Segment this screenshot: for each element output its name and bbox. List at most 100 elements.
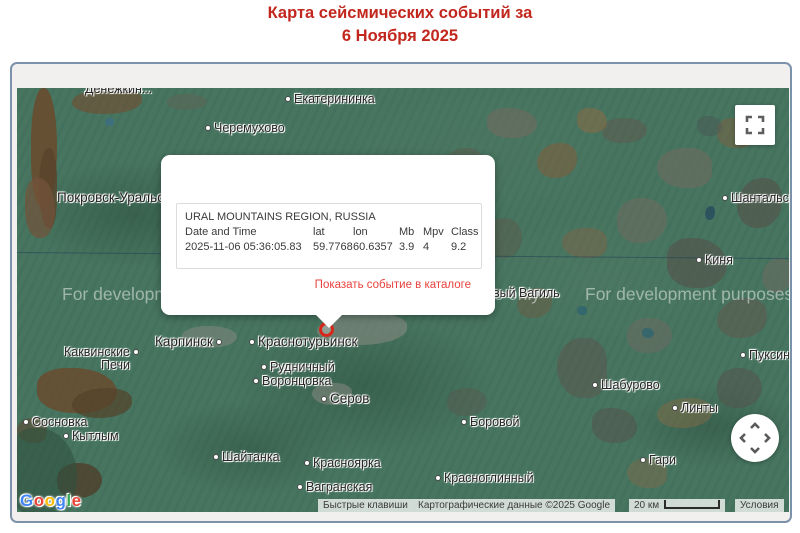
map-label: Линты xyxy=(672,401,718,415)
place-name: Рудничный xyxy=(270,360,335,374)
place-name: Кытлым xyxy=(72,429,119,443)
terrain-patch xyxy=(642,328,654,338)
terrain-patch xyxy=(105,118,114,126)
place-dot-icon xyxy=(249,338,255,345)
terms-link[interactable]: Условия xyxy=(735,499,784,512)
place-name: Сосновка xyxy=(32,415,88,429)
terrain-patch xyxy=(167,94,207,110)
map-footer: Быстрые клавиши Картографические данные … xyxy=(17,499,789,512)
logo-letter: e xyxy=(71,491,82,510)
fullscreen-button[interactable] xyxy=(735,105,775,145)
map-canvas[interactable]: For development purposes onlyFor develop… xyxy=(17,88,789,512)
place-dot-icon xyxy=(592,382,598,388)
place-dot-icon xyxy=(285,96,291,102)
place-dot-icon xyxy=(297,484,303,490)
terrain-patch xyxy=(537,143,577,178)
terrain-patch xyxy=(602,118,647,143)
event-col-header: Class xyxy=(451,226,479,238)
place-dot-icon xyxy=(253,378,259,384)
place-dot-icon xyxy=(321,395,327,402)
map-label: Шабурово xyxy=(592,378,660,392)
show-in-catalog-link[interactable]: Показать событие в каталоге xyxy=(315,279,471,291)
map-label: Киня xyxy=(696,253,733,267)
scale-bar xyxy=(664,500,721,509)
place-dot-icon xyxy=(672,405,678,411)
terrain-patch xyxy=(72,388,132,418)
event-value: 9.2 xyxy=(451,241,467,253)
map-label: Пуксинка xyxy=(740,348,789,362)
place-name: Печи xyxy=(101,358,131,372)
event-col-header: Mb xyxy=(399,226,415,238)
event-value: 3.9 xyxy=(399,241,415,253)
place-name: Вагранская xyxy=(306,480,373,494)
map-label: Шантальский xyxy=(722,191,789,205)
place-dot-icon xyxy=(435,475,441,481)
place-name: Черемухово xyxy=(214,121,285,135)
event-col-header: Mpv xyxy=(423,226,444,238)
map-label: Красноярка xyxy=(304,456,381,470)
place-dot-icon xyxy=(740,352,746,358)
map-label: Вагранская xyxy=(297,480,372,494)
event-value: 59.7768 xyxy=(313,241,353,253)
map-label: Карпинск xyxy=(155,334,222,349)
map-attribution: Картографические данные ©2025 Google xyxy=(413,499,616,512)
map-label: Кытлым xyxy=(63,429,119,443)
event-value: 60.6357 xyxy=(353,241,393,253)
place-dot-icon xyxy=(722,195,728,201)
scale-label: 20 км xyxy=(634,500,660,511)
place-name: Киня xyxy=(705,253,733,267)
event-table-row: 2025-11-06 05:36:05.83 59.7768 60.6357 3.9 4… xyxy=(185,240,473,255)
logo-letter: g xyxy=(55,491,67,510)
place-dot-icon xyxy=(63,433,69,439)
map-label: Боровой xyxy=(461,415,520,429)
terrain-patch xyxy=(487,108,537,138)
event-region: URAL MOUNTAINS REGION, RUSSIA xyxy=(185,211,376,223)
keyboard-shortcuts-button[interactable]: Быстрые клавиши xyxy=(318,499,413,512)
event-popup: URAL MOUNTAINS REGION, RUSSIA Date and T… xyxy=(161,155,495,328)
terrain-patch xyxy=(657,148,712,188)
place-dot-icon xyxy=(215,338,222,345)
popup-tail-icon xyxy=(316,315,342,328)
map-label: Печи xyxy=(101,358,130,372)
place-name: Пуксинка xyxy=(749,348,789,362)
place-dot-icon xyxy=(696,257,702,263)
place-name: Красноярка xyxy=(313,456,381,470)
place-dot-icon xyxy=(205,125,211,131)
place-dot-icon xyxy=(261,364,267,370)
place-name: Денежкин... xyxy=(85,88,153,96)
event-data-box: URAL MOUNTAINS REGION, RUSSIA Date and T… xyxy=(176,203,482,269)
place-name: Екатерининка xyxy=(294,92,375,106)
place-name: Гари xyxy=(649,453,676,467)
event-col-header: Date and Time xyxy=(185,226,257,238)
map-scale: 20 км xyxy=(629,499,726,512)
map-label: Краснотурьинск xyxy=(249,334,357,349)
place-name: Линты xyxy=(681,401,718,415)
map-label: Каквинские xyxy=(64,345,139,359)
logo-letter: o xyxy=(33,491,45,510)
terrain-patch xyxy=(447,388,487,416)
pan-arrows-icon xyxy=(739,422,771,454)
terrain-patch xyxy=(697,116,722,136)
google-logo[interactable]: Google xyxy=(20,491,82,511)
map-label: Красноглинный xyxy=(435,471,534,485)
map-label: Сосновка xyxy=(23,415,87,429)
place-dot-icon xyxy=(213,454,219,460)
place-dot-icon xyxy=(640,457,646,463)
dev-watermark: For development purposes only xyxy=(585,284,789,304)
terrain-patch xyxy=(617,198,667,243)
page-title-line2: 6 Ноября 2025 xyxy=(341,27,459,45)
place-name: Боровой xyxy=(470,415,520,429)
place-name: Воронцовка xyxy=(262,374,332,388)
map-label: Черемухово xyxy=(205,121,285,135)
map-label: Гари xyxy=(640,453,676,467)
page-title: Карта сейсмических событий за 6 Ноября 2… xyxy=(0,2,800,48)
event-col-header: lon xyxy=(353,226,368,238)
map-label: Екатерининка xyxy=(285,92,375,106)
pan-control[interactable] xyxy=(731,414,779,462)
terrain-patch xyxy=(592,408,637,443)
page-title-line1: Карта сейсмических событий за xyxy=(267,4,533,22)
terrain-patch xyxy=(717,368,762,408)
place-name: Шантальский xyxy=(731,191,789,205)
place-name: Шабурово xyxy=(601,378,660,392)
event-value: 4 xyxy=(423,241,430,253)
